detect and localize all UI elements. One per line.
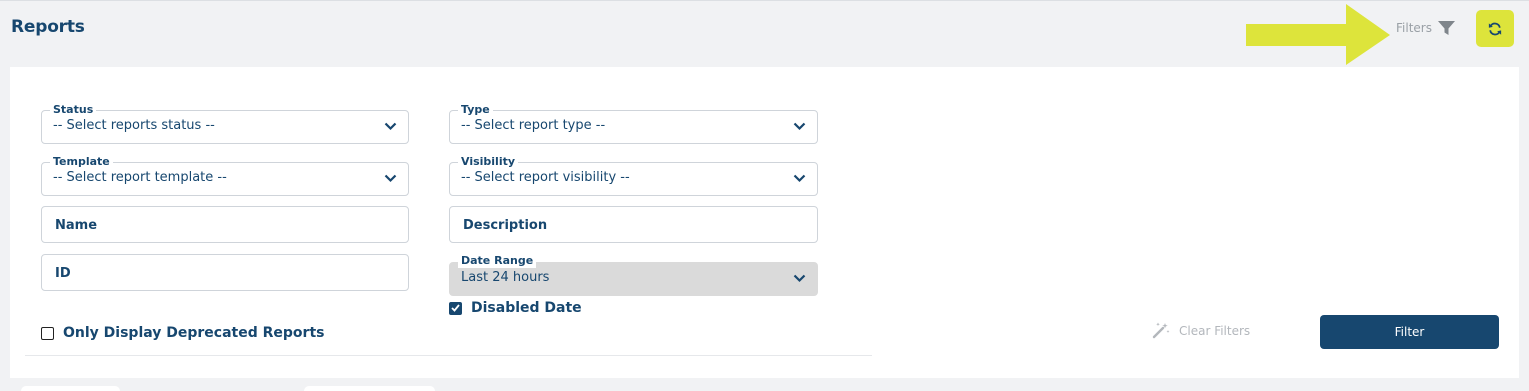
date-range-legend: Date Range	[458, 254, 537, 268]
id-input[interactable]: ID	[41, 254, 409, 291]
filter-button[interactable]: Filter	[1320, 315, 1499, 349]
template-legend: Template	[50, 155, 113, 169]
type-legend: Type	[458, 103, 493, 117]
annotation-arrow	[1246, 4, 1390, 65]
visibility-legend: Visibility	[458, 155, 519, 169]
clear-filters-label: Clear Filters	[1179, 323, 1251, 338]
deprecated-reports-label: Only Display Deprecated Reports	[63, 325, 325, 341]
deprecated-reports-checkbox[interactable]: Only Display Deprecated Reports	[41, 325, 324, 341]
template-value: -- Select report template --	[53, 170, 227, 185]
top-border	[0, 0, 1529, 1]
status-select[interactable]: Status -- Select reports status --	[41, 103, 409, 144]
type-select[interactable]: Type -- Select report type --	[449, 103, 818, 144]
funnel-icon	[1437, 20, 1455, 35]
divider	[25, 355, 872, 356]
disabled-date-checkbox[interactable]: Disabled Date	[449, 300, 582, 316]
visibility-value: -- Select report visibility --	[461, 170, 630, 185]
status-value: -- Select reports status --	[53, 118, 215, 133]
type-value: -- Select report type --	[461, 118, 606, 133]
status-legend: Status	[50, 103, 97, 117]
template-select[interactable]: Template -- Select report template --	[41, 155, 409, 196]
name-placeholder: Name	[55, 218, 98, 233]
page-title: Reports	[11, 17, 85, 37]
filters-label: Filters	[1396, 21, 1432, 35]
description-input[interactable]: Description	[449, 206, 818, 243]
checkbox-unchecked-icon	[41, 326, 54, 340]
tab-stub	[304, 386, 435, 391]
date-range-select[interactable]: Date Range Last 24 hours	[449, 254, 818, 296]
id-placeholder: ID	[55, 266, 71, 281]
checkbox-checked-icon	[449, 301, 462, 315]
name-input[interactable]: Name	[41, 206, 409, 243]
filters-toggle[interactable]: Filters	[1396, 19, 1455, 37]
chevron-down-icon	[793, 174, 806, 183]
tab-stub	[21, 386, 120, 391]
date-range-value: Last 24 hours	[461, 270, 550, 285]
clear-filters-button[interactable]: Clear Filters	[1152, 322, 1250, 339]
disabled-date-label: Disabled Date	[471, 300, 582, 316]
chevron-down-icon	[793, 274, 806, 283]
chevron-down-icon	[793, 122, 806, 131]
magic-wand-icon	[1152, 322, 1170, 339]
chevron-down-icon	[384, 174, 397, 183]
refresh-button[interactable]	[1476, 10, 1514, 47]
chevron-down-icon	[384, 122, 397, 131]
description-placeholder: Description	[463, 218, 548, 233]
visibility-select[interactable]: Visibility -- Select report visibility -…	[449, 155, 818, 196]
refresh-icon	[1488, 22, 1502, 35]
